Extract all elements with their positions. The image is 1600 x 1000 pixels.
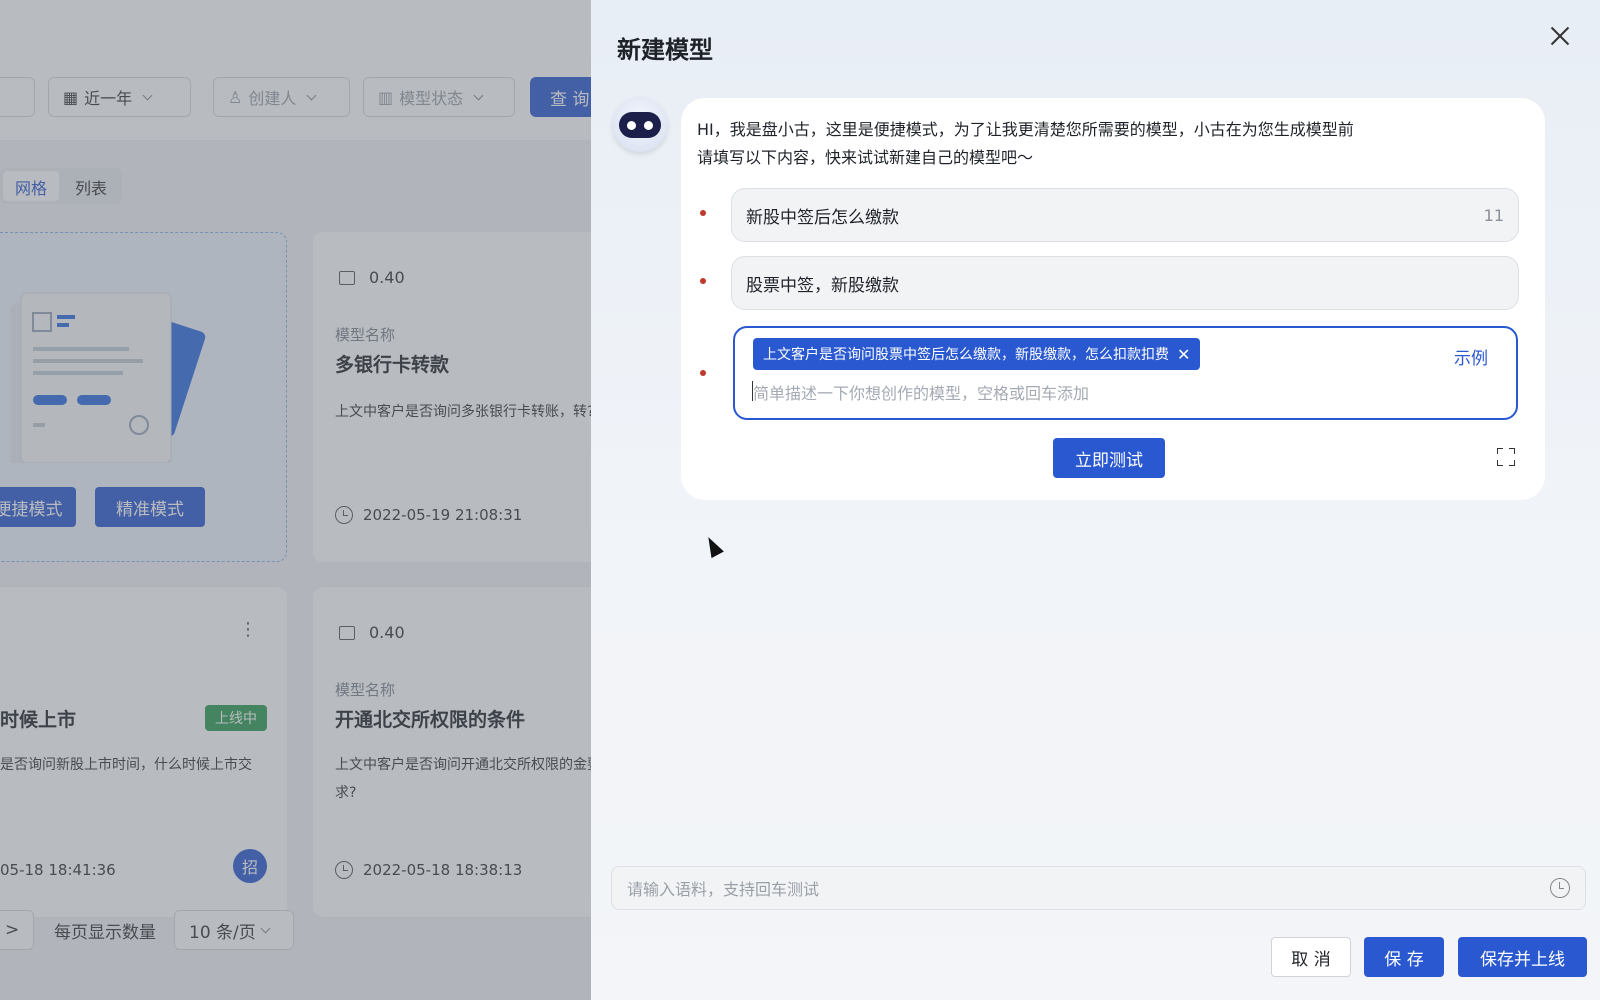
test-now-button[interactable]: 立即测试	[1053, 438, 1165, 478]
description-input[interactable]: 简单描述一下你想创作的模型，空格或回车添加	[751, 380, 1089, 404]
cancel-button[interactable]: 取 消	[1271, 937, 1351, 977]
required-mark	[700, 210, 706, 216]
keyword-field[interactable]: 股票中签，新股缴款	[731, 256, 1519, 310]
assistant-message-card: HI，我是盘小古，这里是便捷模式，为了让我更清楚您所需要的模型，小古在为您生成模…	[681, 98, 1545, 500]
close-icon[interactable]	[1548, 24, 1572, 48]
background-page: ▦ 近一年 ♙ 创建人 ▥ 模型状态 查 询 网格 列表 便捷模式 精准模式 0…	[0, 0, 591, 1000]
char-count: 11	[1483, 205, 1504, 225]
save-button[interactable]: 保 存	[1364, 937, 1444, 977]
drawer-title: 新建模型	[617, 36, 713, 64]
description-tag: 上文客户是否询问股票中签后怎么缴款，新股缴款，怎么扣款扣费 ✕	[753, 338, 1201, 370]
save-and-publish-button[interactable]: 保存并上线	[1458, 937, 1587, 977]
model-name-field[interactable]: 新股中签后怎么缴款 11	[731, 188, 1519, 242]
required-mark	[700, 370, 706, 376]
history-icon[interactable]	[1550, 878, 1570, 898]
greeting-text: HI，我是盘小古，这里是便捷模式，为了让我更清楚您所需要的模型，小古在为您生成模…	[697, 120, 1354, 167]
expand-icon[interactable]	[1497, 448, 1515, 466]
corpus-input[interactable]: 请输入语料，支持回车测试	[611, 866, 1586, 910]
assistant-avatar	[613, 98, 667, 152]
modal-overlay[interactable]	[0, 0, 591, 1000]
new-model-drawer: 新建模型 HI，我是盘小古，这里是便捷模式，为了让我更清楚您所需要的模型，小古在…	[591, 0, 1600, 1000]
description-tag-input[interactable]: 上文客户是否询问股票中签后怎么缴款，新股缴款，怎么扣款扣费 ✕ 示例 简单描述一…	[733, 326, 1518, 420]
required-mark	[700, 278, 706, 284]
close-icon[interactable]: ✕	[1177, 345, 1190, 364]
example-link[interactable]: 示例	[1454, 344, 1488, 369]
